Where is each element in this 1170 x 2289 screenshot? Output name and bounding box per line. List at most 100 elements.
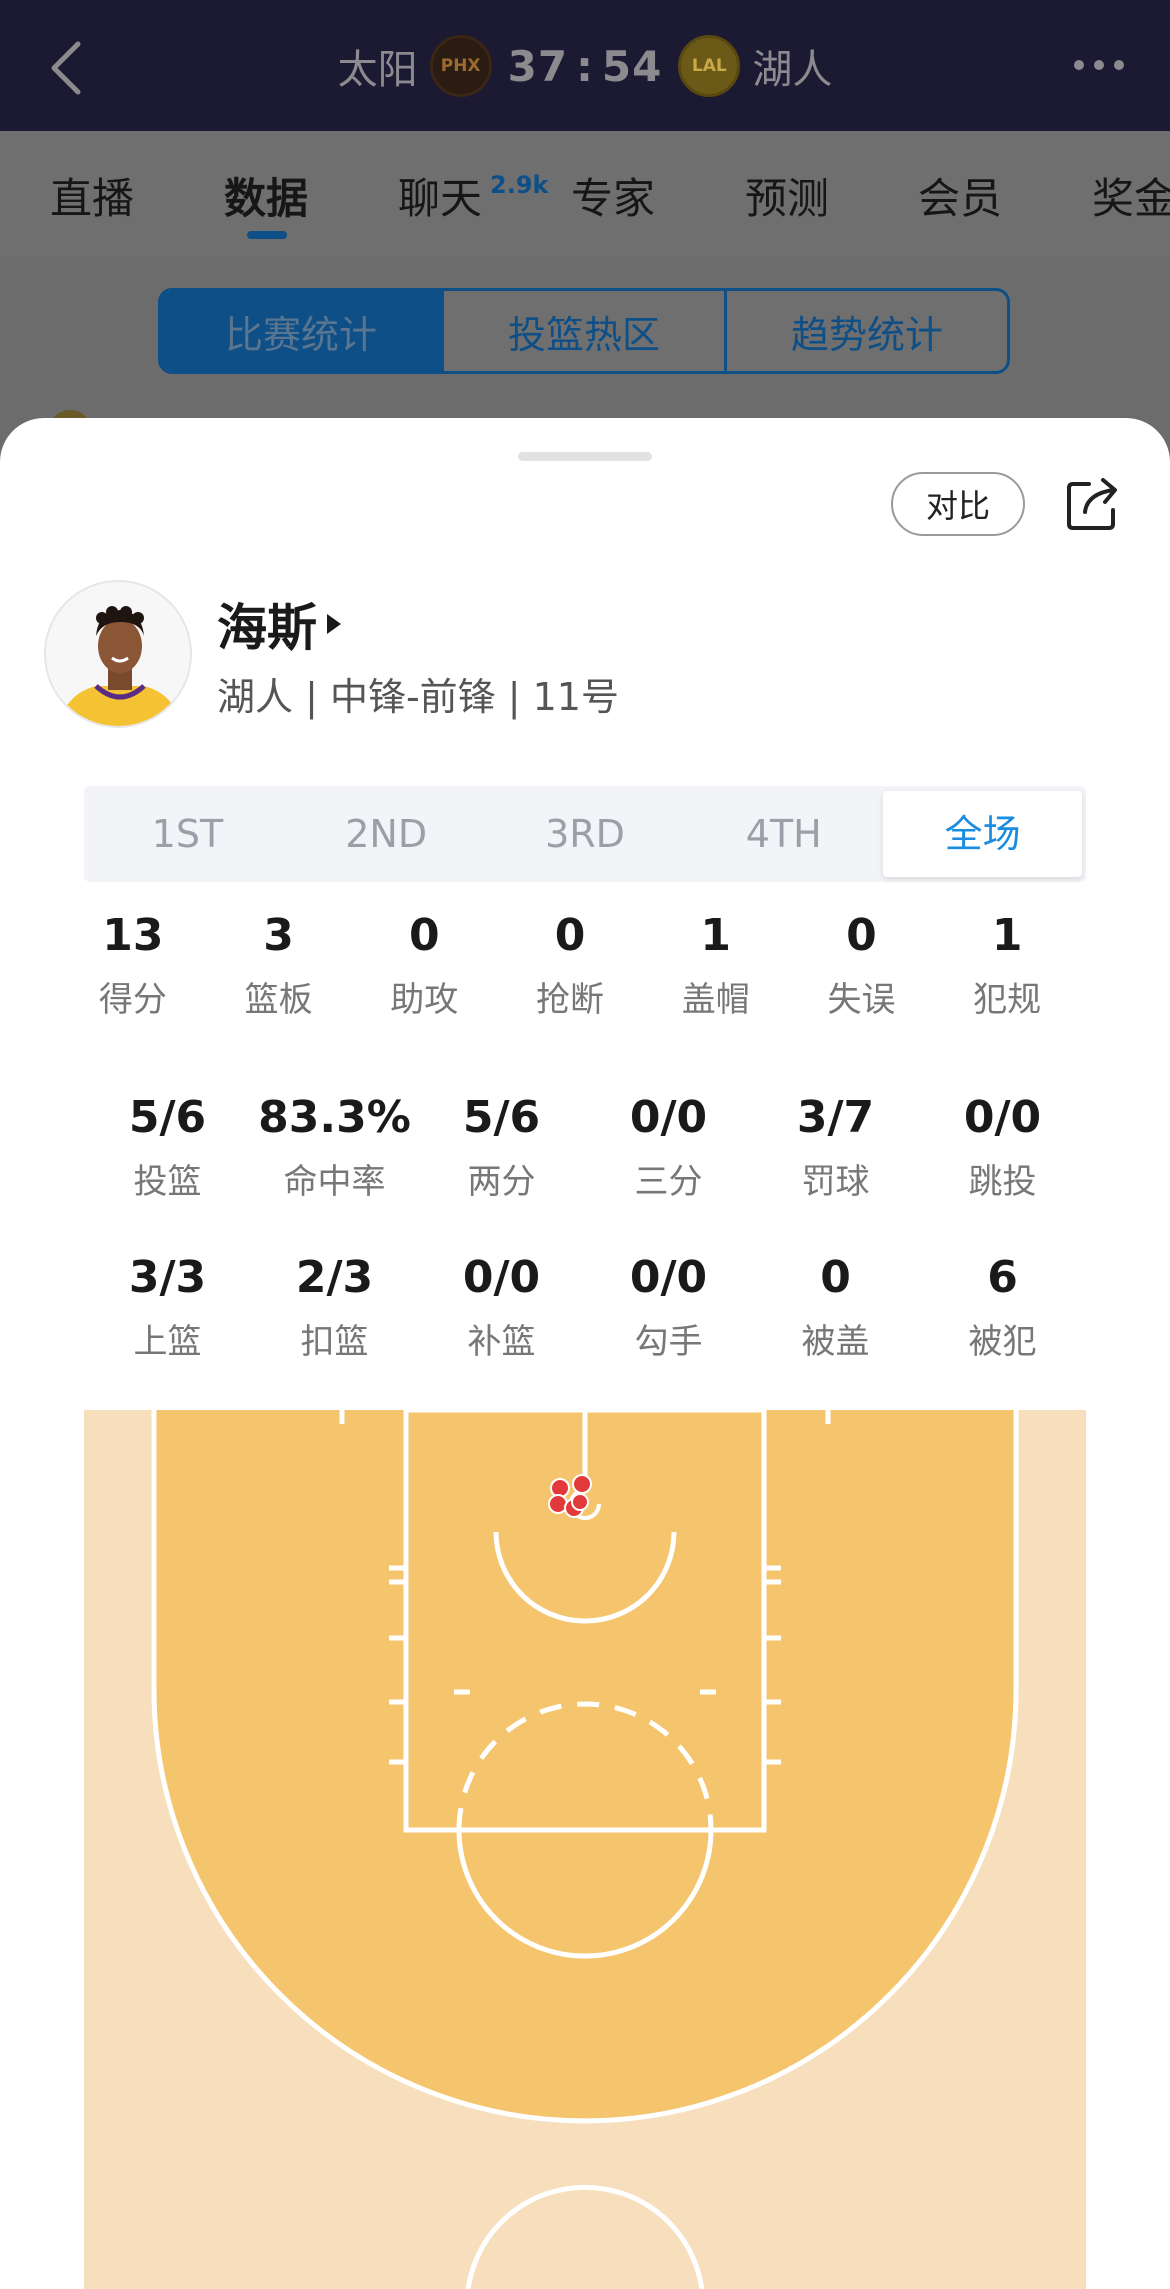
- stat-blocked: 0 被盖: [752, 1250, 919, 1363]
- stat-value: 0: [554, 910, 586, 961]
- stat-label: 上篮: [133, 1322, 202, 1362]
- tab-predictions[interactable]: 预测: [745, 165, 829, 226]
- more-options-icon[interactable]: [1074, 60, 1124, 70]
- stat-field-goals: 5/6 投篮: [84, 1090, 251, 1203]
- stat-label: 被盖: [801, 1322, 870, 1362]
- stat-value: 0: [820, 1252, 851, 1303]
- chat-count-badge: 2.9k: [490, 171, 549, 199]
- stat-steals: 0 抢断: [497, 908, 643, 1021]
- stat-jump-shots: 0/0 跳投: [919, 1090, 1086, 1203]
- stat-label: 两分: [467, 1162, 536, 1202]
- player-avatar[interactable]: [44, 580, 192, 728]
- active-tab-indicator: [247, 231, 287, 239]
- stat-rebounds: 3 篮板: [206, 908, 352, 1021]
- stat-label: 扣篮: [300, 1322, 369, 1362]
- away-score: 54: [601, 41, 663, 91]
- stat-dunks: 2/3 扣篮: [251, 1250, 418, 1363]
- stat-value: 0/0: [629, 1092, 708, 1143]
- shot-made-marker: [571, 1493, 589, 1511]
- stat-value: 13: [102, 910, 164, 961]
- sheet-drag-handle[interactable]: [518, 452, 652, 461]
- stat-fg-percentage: 83.3% 命中率: [251, 1090, 418, 1203]
- stat-label: 盖帽: [681, 980, 750, 1020]
- tab-chat[interactable]: 聊天: [398, 165, 482, 226]
- shooting-stats-row: 5/6 投篮 83.3% 命中率 5/6 两分 0/0 三分 3/7 罚球 0/0 跳投: [84, 1090, 1086, 1203]
- stat-value: 2/3: [295, 1252, 374, 1303]
- stat-label: 勾手: [634, 1322, 703, 1362]
- player-bottom-sheet: 对比 海斯 湖人 | 中锋-前锋 | 11号 1ST 2ND 3RD 4TH 全…: [0, 418, 1170, 2289]
- shot-type-stats-row: 3/3 上篮 2/3 扣篮 0/0 补篮 0/0 勾手 0 被盖 6 被犯: [84, 1250, 1086, 1363]
- stat-label: 失误: [827, 980, 896, 1020]
- period-4th[interactable]: 4TH: [684, 791, 883, 877]
- score-separator: :: [576, 41, 594, 91]
- stat-value: 6: [987, 1252, 1018, 1303]
- stat-label: 抢断: [536, 980, 605, 1020]
- stat-value: 5/6: [128, 1092, 207, 1143]
- stat-value: 0: [408, 910, 440, 961]
- shot-made-marker: [572, 1474, 592, 1494]
- home-team-name: 太阳: [337, 47, 418, 93]
- stat-fouls-drawn: 6 被犯: [919, 1250, 1086, 1363]
- stat-label: 助攻: [390, 980, 459, 1020]
- period-2nd[interactable]: 2ND: [287, 791, 486, 877]
- basic-stats-row: 13 得分 3 篮板 0 助攻 0 抢断 1 盖帽 0 失误 1 犯规: [60, 908, 1080, 1021]
- stat-fouls: 1 犯规: [934, 908, 1080, 1021]
- period-full-game[interactable]: 全场: [883, 791, 1082, 877]
- stat-free-throws: 3/7 罚球: [752, 1090, 919, 1203]
- stat-value: 3/7: [796, 1092, 875, 1143]
- period-3rd[interactable]: 3RD: [486, 791, 685, 877]
- period-1st[interactable]: 1ST: [88, 791, 287, 877]
- stat-label: 命中率: [283, 1162, 386, 1202]
- stat-three-pointers: 0/0 三分: [585, 1090, 752, 1203]
- tab-data[interactable]: 数据: [224, 165, 308, 226]
- shot-chart-court: [84, 1410, 1086, 2289]
- tab-bonus[interactable]: 奖金: [1092, 165, 1170, 226]
- player-meta: 湖人 | 中锋-前锋 | 11号: [217, 675, 619, 719]
- stat-value: 3: [263, 910, 294, 961]
- stat-label: 罚球: [801, 1162, 870, 1202]
- stat-putbacks: 0/0 补篮: [418, 1250, 585, 1363]
- share-icon[interactable]: [1063, 474, 1123, 534]
- stat-label: 投篮: [133, 1162, 202, 1202]
- stat-turnovers: 0 失误: [789, 908, 935, 1021]
- stat-label: 得分: [98, 980, 167, 1020]
- stat-value: 0: [846, 910, 877, 961]
- stat-label: 三分: [634, 1162, 703, 1202]
- stat-layups: 3/3 上篮: [84, 1250, 251, 1363]
- stat-value: 83.3%: [258, 1092, 411, 1143]
- stat-value: 0/0: [629, 1252, 708, 1303]
- stat-value: 5/6: [462, 1092, 541, 1143]
- stat-assists: 0 助攻: [351, 908, 497, 1021]
- top-bar: 太阳 PHX 37 : 54 LAL 湖人: [0, 0, 1170, 131]
- stat-points: 13 得分: [60, 908, 206, 1021]
- player-name-text: 海斯: [217, 599, 317, 657]
- stat-label: 篮板: [244, 980, 313, 1020]
- tab-membership[interactable]: 会员: [918, 165, 1002, 226]
- stat-label: 补篮: [467, 1322, 536, 1362]
- stat-label: 犯规: [973, 980, 1042, 1020]
- stat-value: 0/0: [462, 1252, 541, 1303]
- suns-logo-icon: PHX: [429, 35, 492, 97]
- scoreboard: 太阳 PHX 37 : 54 LAL 湖人: [0, 35, 1170, 97]
- stat-value: 3/3: [128, 1252, 207, 1303]
- tab-live[interactable]: 直播: [50, 165, 134, 226]
- segment-shot-chart[interactable]: 投篮热区: [444, 291, 727, 371]
- segment-game-stats[interactable]: 比赛统计: [161, 291, 444, 371]
- stat-value: 1: [700, 910, 732, 961]
- stat-value: 0/0: [963, 1092, 1042, 1143]
- tab-experts[interactable]: 专家: [571, 165, 655, 226]
- stat-hook-shots: 0/0 勾手: [585, 1250, 752, 1363]
- period-selector: 1ST 2ND 3RD 4TH 全场: [84, 786, 1086, 882]
- stat-value: 1: [991, 910, 1023, 961]
- stat-label: 跳投: [968, 1162, 1037, 1202]
- stat-blocks: 1 盖帽: [643, 908, 789, 1021]
- lakers-logo-icon: LAL: [678, 35, 741, 97]
- home-score: 37: [507, 41, 569, 91]
- stats-segment-control: 比赛统计 投篮热区 趋势统计: [158, 288, 1010, 374]
- segment-trend-stats[interactable]: 趋势统计: [727, 291, 1007, 371]
- away-team-name: 湖人: [752, 47, 833, 93]
- play-triangle-icon: [327, 614, 341, 634]
- stat-two-pointers: 5/6 两分: [418, 1090, 585, 1203]
- player-name[interactable]: 海斯: [217, 588, 341, 660]
- compare-button[interactable]: 对比: [891, 472, 1025, 536]
